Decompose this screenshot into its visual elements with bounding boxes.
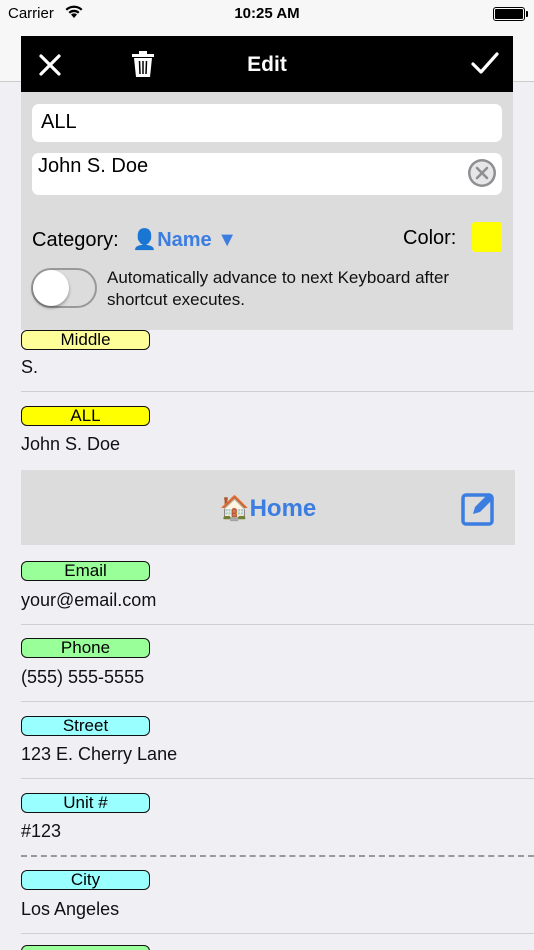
row-divider [21,933,534,934]
item-value: John S. Doe [21,434,121,454]
edit-toolbar: Edit [21,36,513,92]
category-selector[interactable]: 👤Name ▼ [132,229,237,251]
color-swatch[interactable] [472,222,502,252]
clear-circle-icon[interactable] [467,158,497,188]
tag-label: City [21,870,150,890]
status-bar: Carrier 10:25 AM [0,0,534,28]
color-label: Color: [403,227,457,249]
row-divider [21,701,534,702]
tag-label: Middle [21,330,150,350]
tag-label: ALL [21,406,150,426]
row-divider [21,391,534,392]
shortcut-value: ALL [41,111,77,133]
item-value: Los Angeles [21,899,120,919]
tag-label-partial [21,945,150,950]
tag-label: Email [21,561,150,581]
item-value: 123 E. Cherry Lane [21,744,178,764]
dropdown-arrow-icon: ▼ [217,229,238,251]
edit-title: Edit [247,53,287,76]
section-header-home: 🏠Home [21,470,515,545]
tag-label: Unit # [21,793,150,813]
checkmark-icon[interactable] [471,51,499,77]
text-field[interactable]: John S. Doe [32,153,502,195]
category-label: Category: [32,229,119,251]
item-value: your@email.com [21,590,157,610]
shortcut-field[interactable]: ALL [32,104,502,142]
item-value: (555) 555-5555 [21,667,145,687]
category-row: Category: 👤Name ▼ [32,227,237,252]
row-divider [21,624,534,625]
tag-label: Street [21,716,150,736]
toggle-knob [33,270,69,306]
section-title: 🏠Home [219,495,317,522]
house-icon: 🏠 [219,495,250,522]
battery-icon [493,7,528,21]
item-value: S. [21,357,39,377]
row-divider [21,778,534,779]
item-value: #123 [21,821,62,841]
auto-advance-label: Automatically advance to next Keyboard a… [107,268,450,309]
tag-label: Phone [21,638,150,658]
edit-square-icon[interactable] [461,490,497,526]
clock: 10:25 AM [234,5,300,22]
person-icon: 👤 [132,229,158,251]
auto-advance-toggle[interactable] [31,268,97,308]
edit-panel: Edit ALL John S. Doe Category: 👤Name ▼ C… [21,36,513,330]
text-value: John S. Doe [38,155,149,177]
row-divider-dashed [21,855,534,857]
